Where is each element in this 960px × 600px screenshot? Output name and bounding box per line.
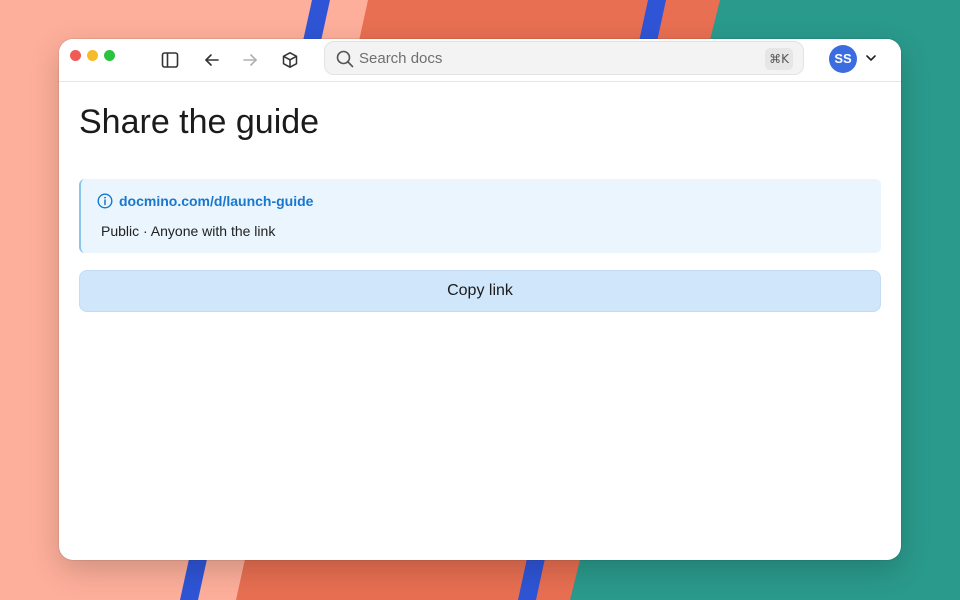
minimize-window-button[interactable]	[87, 50, 98, 61]
info-icon	[97, 193, 113, 209]
arrow-right-icon	[243, 54, 257, 66]
forward-button[interactable]	[237, 47, 263, 73]
copy-link-button[interactable]: Copy link	[79, 270, 881, 312]
avatar[interactable]: SS	[829, 45, 857, 73]
close-window-button[interactable]	[70, 50, 81, 61]
search-shortcut-badge: ⌘K	[765, 48, 793, 70]
sidebar-toggle-button[interactable]	[157, 47, 183, 73]
title-bar: ⌘K SS	[59, 39, 901, 82]
sidebar-toggle-icon	[161, 52, 179, 68]
arrow-left-icon	[205, 54, 219, 66]
chevron-down-icon[interactable]	[865, 52, 877, 64]
maximize-window-button[interactable]	[104, 50, 115, 61]
page-title: Share the guide	[79, 103, 320, 141]
box-icon	[282, 52, 298, 68]
back-button[interactable]	[199, 47, 225, 73]
package-button[interactable]	[277, 47, 303, 73]
share-link-card: docmino.com/d/launch-guide Public · Anyo…	[79, 179, 881, 253]
search-icon	[336, 50, 354, 68]
app-window: ⌘K SS Share the guide docmino.com/d/laun…	[59, 39, 901, 560]
share-visibility-text: Public · Anyone with the link	[101, 223, 276, 239]
search-input[interactable]	[359, 42, 749, 74]
share-link-url[interactable]: docmino.com/d/launch-guide	[119, 193, 313, 209]
search-bar[interactable]: ⌘K	[324, 41, 804, 75]
